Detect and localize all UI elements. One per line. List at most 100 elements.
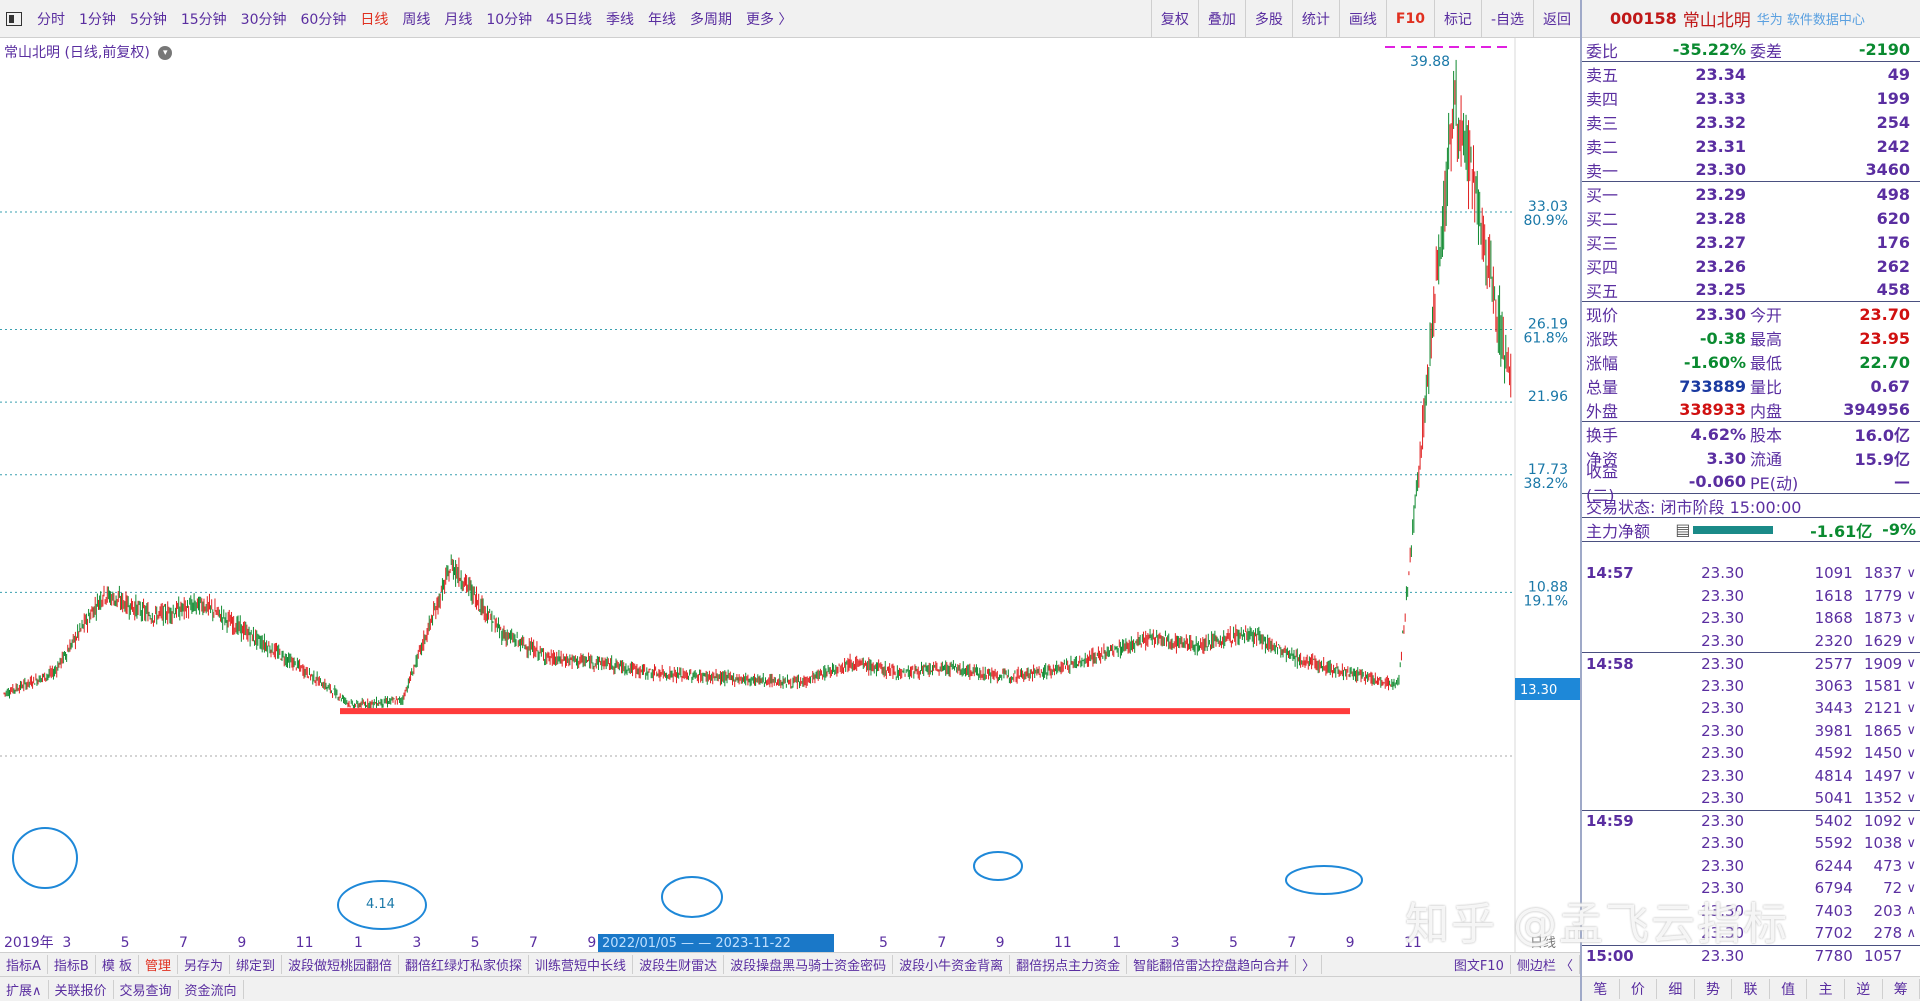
extension-tab[interactable]: 扩展∧ [0,979,49,999]
order-price: 23.30 [1695,160,1746,179]
tick-direction: ∨ [1906,790,1916,806]
stat-row: 现价 23.30 今开 23.70 [1582,302,1920,326]
draw-line-button[interactable]: 画线 [1338,0,1386,37]
axis-pct-label: 38.2% [1524,476,1568,492]
x-axis-label: 2019年 [4,935,54,951]
order-book-row[interactable]: 买四 23.26 262 [1582,254,1920,278]
indicator-tab[interactable]: 翻倍红绿灯私家侦探 [399,955,530,974]
kline-chart[interactable]: 33.03 80.9% 26.19 61.8% 21.96 17.73 38.2% 10.88… [0,38,1580,952]
order-volume: 498 [1876,184,1910,204]
order-book-row[interactable]: 卖二 23.31 242 [1582,134,1920,158]
stat-row: 总量 733889 量比 0.67 [1582,374,1920,398]
order-book-row[interactable]: 买三 23.27 176 [1582,230,1920,254]
panel-tab[interactable]: 价 [1620,979,1658,999]
indicator-tab[interactable]: 波段做短桃园翻倍 [282,955,400,974]
period-tab[interactable]: 月线 [437,9,479,29]
mark-button[interactable]: 标记 [1433,0,1481,37]
order-book-row[interactable]: 卖四 23.33 199 [1582,86,1920,110]
indicator-tab[interactable]: 管理 [139,955,178,974]
period-tab[interactable]: 30分钟 [234,9,294,29]
more-periods[interactable]: 更多 〉 [739,9,799,29]
indicator-tab[interactable]: 波段操盘黑马骑士资金密码 [724,955,894,974]
x-axis-label: 9 [1346,935,1355,951]
panel-tab[interactable]: 势 [1695,979,1733,999]
stock-concept[interactable]: 华为 软件数据中心 [1757,9,1865,28]
period-tab[interactable]: 10分钟 [479,9,539,29]
tick-cum-volume: 6244 [1814,856,1853,875]
indicator-tab[interactable]: 指标A [0,955,48,974]
remove-watchlist-button[interactable]: -自选 [1480,0,1533,37]
indicator-tab[interactable]: 绑定到 [230,955,283,974]
restore-rights-button[interactable]: 复权 [1150,0,1198,37]
indicator-tab[interactable]: 指标B [48,955,96,974]
stat-value: 23.95 [1859,328,1910,348]
panel-tab[interactable]: 细 [1657,979,1695,999]
tick-direction: ∨ [1906,835,1916,851]
highlight-circle [1285,865,1363,895]
order-book-row[interactable]: 买五 23.25 458 [1582,278,1920,302]
period-tab[interactable]: 多周期 [683,9,739,29]
stat-value: 23.30 [1695,304,1746,324]
period-tab[interactable]: 1分钟 [72,9,123,29]
x-axis-label: 3 [62,935,71,951]
period-tab[interactable]: 季线 [599,9,641,29]
tick-cum-volume: 3443 [1814,699,1853,718]
webi-row: 委比 -35.22% 委差 -2190 [1582,38,1920,62]
panel-tab[interactable]: 笔 [1582,979,1620,999]
order-price: 23.28 [1695,208,1746,228]
extension-tab[interactable]: 交易查询 [114,979,179,999]
panel-tab[interactable]: 联 [1732,979,1770,999]
indicator-tab[interactable]: 波段生财雷达 [633,955,725,974]
order-book-row[interactable]: 卖三 23.32 254 [1582,110,1920,134]
indicator-tab-strip: 指标A 指标B 模 板管理 另存为 绑定到 波段做短桃园翻倍 翻倍红绿灯私家侦探 训练营短中长… [0,952,1580,976]
tick-price: 23.30 [1701,676,1745,695]
order-level-label: 买四 [1586,258,1619,277]
period-tab-daily[interactable]: 日线 [353,9,395,29]
period-tab[interactable]: 周线 [395,9,437,29]
table-icon[interactable]: ▤ [1675,520,1690,539]
stat-value: 4.62% [1690,424,1746,444]
tick-price: 23.30 [1701,879,1745,898]
period-tab[interactable]: 分时 [30,9,72,29]
indicator-tab[interactable]: 训练营短中长线 [529,955,634,974]
order-book-row[interactable]: 买一 23.29 498 [1582,182,1920,206]
back-button[interactable]: 返回 [1533,0,1580,37]
period-tab[interactable]: 15分钟 [174,9,234,29]
extension-tab[interactable]: 关联报价 [49,979,114,999]
tick-volume: 278 [1873,924,1903,943]
period-tab[interactable]: 年线 [641,9,683,29]
stat-value: 16.0亿 [1854,426,1910,445]
order-price: 23.34 [1695,64,1746,84]
f10-button[interactable]: F10 [1385,0,1434,37]
order-price: 23.32 [1695,112,1746,132]
stat-row: 收益(二) -0.060 PE(动) — [1582,462,1920,505]
indicator-tab[interactable]: 翻倍拐点主力资金 [1010,955,1128,974]
side-tab[interactable]: 图文F10 [1448,955,1511,974]
order-book-row[interactable]: 卖五 23.34 49 [1582,62,1920,86]
indicator-tab[interactable]: 模 板 [96,955,139,974]
panel-tab[interactable]: 逆 [1845,979,1883,999]
period-tab[interactable]: 45日线 [539,9,599,29]
order-level-label: 卖三 [1586,114,1619,133]
period-tab[interactable]: 5分钟 [123,9,174,29]
window-toggle-icon[interactable] [6,11,22,26]
tick-price: 23.30 [1701,609,1745,628]
period-tab[interactable]: 60分钟 [294,9,354,29]
indicator-tab[interactable]: 〉 [1296,955,1323,974]
chevron-down-icon[interactable]: ▾ [158,46,173,60]
side-tab[interactable]: 侧边栏 〈 [1511,955,1580,974]
panel-tab[interactable]: 筹 [1883,979,1920,999]
stat-value: 3.30 [1706,448,1746,468]
indicator-tab[interactable]: 波段小牛资金背离 [893,955,1011,974]
multi-stock-button[interactable]: 多股 [1244,0,1292,37]
indicator-tab[interactable]: 另存为 [178,955,230,974]
statistics-button[interactable]: 统计 [1291,0,1339,37]
panel-tab[interactable]: 值 [1770,979,1808,999]
panel-tab[interactable]: 主 [1807,979,1845,999]
overlay-button[interactable]: 叠加 [1197,0,1245,37]
indicator-tab[interactable]: 智能翻倍雷达控盘趋向合并 [1127,955,1297,974]
order-book-row[interactable]: 买二 23.28 620 [1582,206,1920,230]
order-book-row[interactable]: 卖一 23.30 3460 [1582,158,1920,182]
extension-tab[interactable]: 资金流向 [179,979,244,999]
tick-volume: 1092 [1863,812,1903,831]
